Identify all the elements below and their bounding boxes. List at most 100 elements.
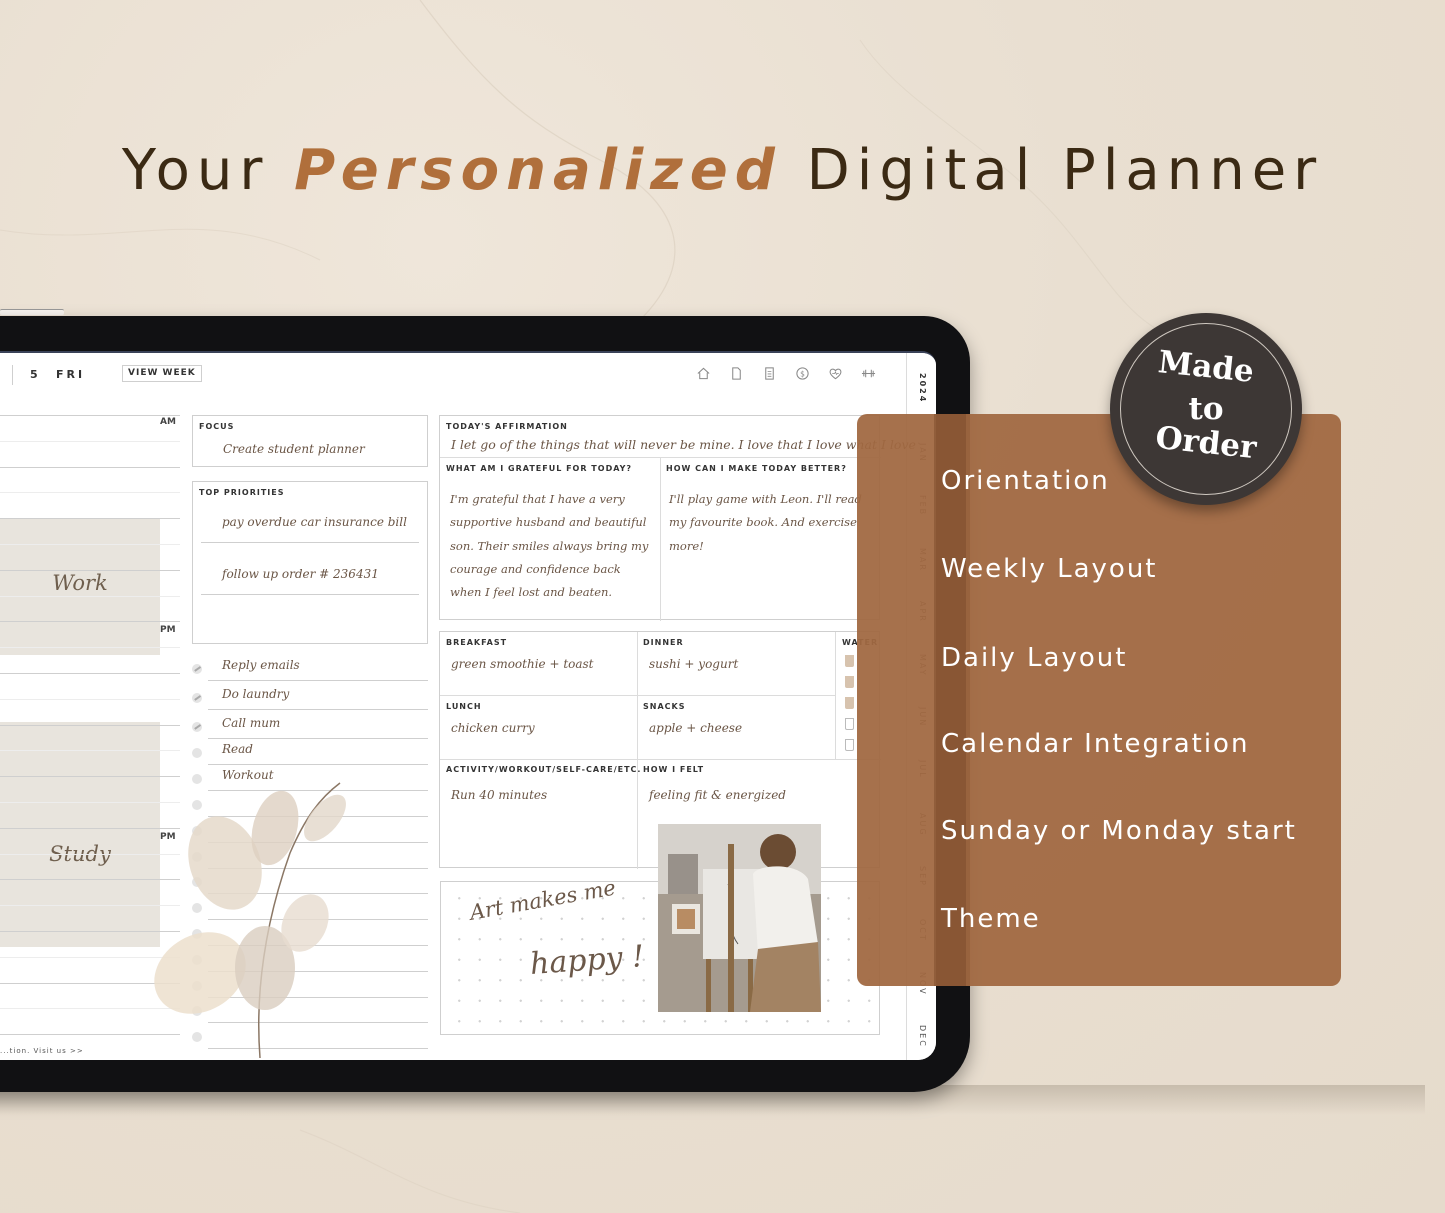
heart-icon[interactable] [828,366,843,381]
snacks-value[interactable]: apple + cheese [649,721,742,735]
divider [660,457,661,621]
todo-line [208,764,428,765]
artist-photo [658,824,821,1012]
activity-value[interactable]: Run 40 minutes [451,788,547,802]
todo-line [208,680,428,681]
divider [835,632,836,759]
water-glass[interactable] [845,697,854,709]
schedule-block-label: Work [52,571,108,595]
schedule-line [0,466,180,468]
page-headline: Your Personalized Digital Planner [0,138,1445,203]
headline-suffix: Digital Planner [806,138,1324,203]
schedule-line [0,750,180,752]
feature-week-start: Sunday or Monday start [941,816,1297,846]
feature-orientation: Orientation [941,466,1110,496]
grateful-label: WHAT AM I GRATEFUL FOR TODAY? [446,464,633,473]
schedule-block-work[interactable]: Work [0,519,160,655]
schedule-line [0,724,180,726]
better-value[interactable]: I'll play game with Leon. I'll read my f… [669,488,864,558]
schedule-line [0,415,180,416]
priority-item[interactable]: pay overdue car insurance bill [222,515,407,529]
schedule-line [0,492,180,494]
dinner-label: DINNER [643,638,684,647]
schedule-line [0,647,180,649]
headline-accent: Personalized [294,138,782,203]
headline-prefix: Your [121,138,270,203]
divider [440,759,881,760]
topbar-divider [12,365,13,385]
focus-label: FOCUS [199,422,235,431]
dumbbell-icon[interactable] [861,366,876,381]
schedule-block-study[interactable]: Study [0,722,160,947]
water-glass[interactable] [845,655,854,667]
breakfast-label: BREAKFAST [446,638,508,647]
top-priorities-label: TOP PRIORITIES [199,488,285,497]
schedule-line [0,621,180,623]
made-to-order-badge: Made to Order [1110,313,1302,505]
focus-box[interactable]: FOCUS Create student planner [192,415,428,467]
snacks-label: SNACKS [643,702,686,711]
todo-checkbox[interactable] [192,693,202,703]
notes-icon[interactable] [762,366,777,381]
focus-value[interactable]: Create student planner [223,442,365,456]
planner-screen: 5 FRI VIEW WEEK $ 2024 JAN FEB MAR APR M… [0,351,936,1060]
view-week-button[interactable]: VIEW WEEK [122,365,202,382]
feature-weekly-layout: Weekly Layout [941,554,1158,584]
lunch-value[interactable]: chicken curry [451,721,535,735]
feature-card: Orientation Weekly Layout Daily Layout C… [857,414,1341,986]
card-strip [934,414,966,986]
todo-checkbox[interactable] [192,722,202,732]
schedule-line [0,544,180,545]
stylus-pencil [0,309,64,315]
felt-value[interactable]: feeling fit & energized [649,788,786,802]
schedule-line [0,440,180,442]
priority-divider [201,542,419,543]
better-label: HOW CAN I MAKE TODAY BETTER? [666,464,847,473]
nav-icon-bar: $ [696,366,876,381]
dinner-value[interactable]: sushi + yogurt [649,657,738,671]
divider [637,632,638,869]
reflection-box: TODAY'S AFFIRMATION I let go of the thin… [439,415,916,621]
schedule-line [0,518,180,520]
water-glass[interactable] [845,718,854,730]
home-icon[interactable] [696,366,711,381]
todo-item[interactable]: Reply emails [222,658,300,672]
feature-theme: Theme [941,904,1041,934]
rail-year[interactable]: 2024 [907,373,936,403]
activity-label: ACTIVITY/WORKOUT/SELF-CARE/ETC. [446,765,642,774]
eucalyptus-leaf-illustration [154,782,346,1059]
page-icon[interactable] [729,366,744,381]
schedule-line [0,673,180,674]
rail-month-dec[interactable]: DEC [907,1025,936,1048]
schedule-line [0,698,180,700]
pm-label: PM [160,625,176,635]
todo-item[interactable]: Read [222,742,253,756]
affirmation-value[interactable]: I let go of the things that will never b… [451,437,916,452]
schedule-line [0,595,180,597]
divider [440,695,835,696]
feature-calendar-integration: Calendar Integration [941,729,1250,759]
water-glass[interactable] [845,739,854,751]
todo-item[interactable]: Call mum [222,716,280,730]
todo-item[interactable]: Do laundry [222,687,289,701]
grateful-value[interactable]: I'm grateful that I have a very supporti… [450,488,650,604]
breakfast-value[interactable]: green smoothie + toast [451,657,594,671]
footer-link[interactable]: ...tion. Visit us >> [0,1047,84,1055]
todo-line [208,738,428,739]
dollar-icon[interactable]: $ [795,366,810,381]
svg-text:$: $ [800,369,805,378]
affirmation-label: TODAY'S AFFIRMATION [446,422,568,431]
top-priorities-box[interactable]: TOP PRIORITIES pay overdue car insurance… [192,481,428,644]
water-glass[interactable] [845,676,854,688]
feature-daily-layout: Daily Layout [941,643,1128,673]
date-number: 5 [30,368,38,381]
priority-item[interactable]: follow up order # 236431 [222,567,379,581]
lunch-label: LUNCH [446,702,482,711]
schedule-line [0,569,180,571]
todo-checkbox[interactable] [192,748,202,758]
date-day: FRI [56,368,86,381]
priority-divider [201,594,419,595]
todo-checkbox[interactable] [192,664,202,674]
felt-label: HOW I FELT [643,765,705,774]
todo-line [208,709,428,710]
